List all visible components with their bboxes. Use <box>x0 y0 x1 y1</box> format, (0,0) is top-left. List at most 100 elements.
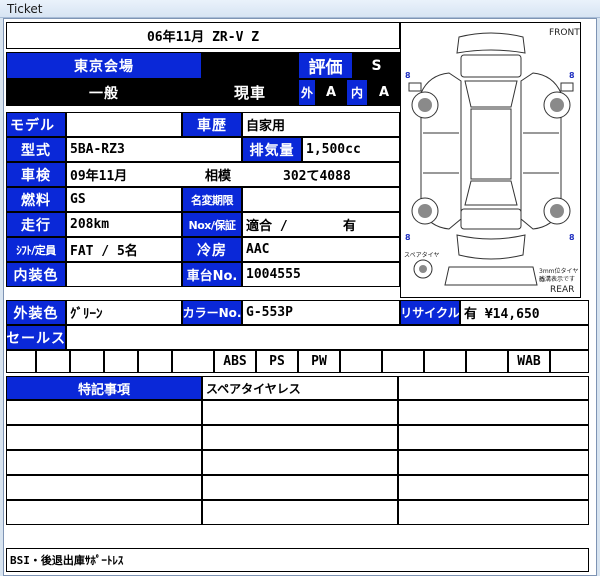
equipment-slot <box>340 350 382 373</box>
interior-color-value <box>66 262 182 287</box>
rear-profile-shape <box>444 266 538 286</box>
equipment-slot <box>382 350 424 373</box>
name-change-label: 名変期限 <box>182 187 242 212</box>
nox-row: 適合 / 有 <box>242 212 400 237</box>
history-value: 自家用 <box>242 112 400 137</box>
notes-cell <box>6 475 202 500</box>
plate-number: 302て4088 <box>283 169 351 184</box>
recycle-value: 有 ¥14,650 <box>460 300 589 325</box>
hub-front-left <box>418 98 432 112</box>
color-no-value: G-553P <box>242 300 400 325</box>
equipment-slot <box>6 350 36 373</box>
type-value: 5BA-RZ3 <box>66 137 242 162</box>
equipment-slot <box>172 350 214 373</box>
title-bar: Ticket <box>0 0 600 18</box>
notes-cell <box>6 500 202 525</box>
chassis-value: 1004555 <box>242 262 400 287</box>
hub-rear-right <box>550 204 564 218</box>
rear-bumper-shape <box>456 234 526 260</box>
equipment-slot <box>138 350 172 373</box>
equipment-pw: PW <box>298 350 340 373</box>
hub-front-right <box>550 98 564 112</box>
venue-category: 一般 <box>6 79 202 106</box>
mileage-value: 208km <box>66 212 182 237</box>
displacement-value: 1,500cc <box>302 137 400 162</box>
venue-name: 東京会場 <box>6 52 202 79</box>
nox-label: Nox/保証 <box>182 212 242 237</box>
equipment-wab: WAB <box>508 350 550 373</box>
exterior-color-value: ｸﾞﾘｰﾝ <box>66 300 182 325</box>
notes-cell <box>6 400 202 425</box>
notes-cell <box>398 500 589 525</box>
inspection-value: 09年11月 <box>70 169 128 184</box>
grade-value: S <box>353 52 400 79</box>
notes-cell <box>202 500 398 525</box>
notes-cell <box>6 450 202 475</box>
ac-value: AAC <box>242 237 400 262</box>
warranty-value: 有 <box>343 219 357 234</box>
notes-cell <box>6 425 202 450</box>
right-mirror-shape <box>560 82 574 92</box>
exterior-color-label: 外装色 <box>6 300 66 325</box>
notes-cell <box>202 450 398 475</box>
equipment-slot <box>36 350 70 373</box>
exterior-grade: A <box>316 79 346 106</box>
hub-rear-left <box>418 204 432 218</box>
equipment-slot <box>104 350 138 373</box>
name-change-value <box>242 187 400 212</box>
color-no-label: カラーNo. <box>182 300 242 325</box>
venue-blank <box>202 52 298 79</box>
sales-value <box>66 325 589 350</box>
notes-cell <box>202 425 398 450</box>
windshield-shape <box>464 80 518 108</box>
year-model: 06年11月 ZR-V Z <box>6 22 400 49</box>
notes-header: 特記事項 <box>6 376 202 400</box>
notes-cell <box>398 425 589 450</box>
interior-grade: A <box>368 79 400 106</box>
model-value <box>66 112 182 137</box>
shift-value: FAT / 5名 <box>66 237 182 262</box>
notes-cell <box>202 475 398 500</box>
type-label: 型式 <box>6 137 66 162</box>
condition-label: 現車 <box>202 79 298 106</box>
ac-label: 冷房 <box>182 237 242 262</box>
equipment-slot <box>424 350 466 373</box>
interior-color-label: 内装色 <box>6 262 66 287</box>
equipment-slot <box>550 350 589 373</box>
equipment-slot <box>466 350 508 373</box>
exterior-label: 外 <box>298 79 316 106</box>
notes-cell <box>398 475 589 500</box>
front-bumper-shape <box>456 32 526 54</box>
notes-cell <box>202 400 398 425</box>
notes-first: スペアタイヤレス <box>202 376 398 400</box>
displacement-label: 排気量 <box>242 137 302 162</box>
equipment-abs: ABS <box>214 350 256 373</box>
left-mirror-shape <box>408 82 422 92</box>
history-label: 車歴 <box>182 112 242 137</box>
plate-region: 相模 <box>205 169 232 184</box>
nox-value: 適合 / <box>246 219 288 234</box>
recycle-label: リサイクル <box>400 300 460 325</box>
shift-label: ｼﾌﾄ/定員 <box>6 237 66 262</box>
roof-shape <box>470 108 512 180</box>
chassis-label: 車台No. <box>182 262 242 287</box>
car-condition-diagram: FRONT REAR 8 8 8 8 スペアタイヤ 3mm位タイヤの 残溝表示で… <box>400 22 581 298</box>
rear-glass-shape <box>464 180 518 206</box>
inspection-label: 車検 <box>6 162 66 187</box>
notes-cell <box>398 376 589 400</box>
notes-cell <box>398 450 589 475</box>
notes-footer: BSI・後退出庫ｻﾎﾟｰﾄﾚｽ <box>6 548 589 572</box>
hood-shape <box>460 54 522 78</box>
equipment-ps: PS <box>256 350 298 373</box>
fuel-label: 燃料 <box>6 187 66 212</box>
interior-label: 内 <box>346 79 368 106</box>
inspection-row: 09年11月 相模 302て4088 <box>66 162 400 187</box>
hub-spare <box>419 265 427 273</box>
mileage-label: 走行 <box>6 212 66 237</box>
sales-label: セールス <box>6 325 66 350</box>
car-outline <box>408 32 574 286</box>
grade-label: 評価 <box>298 52 353 79</box>
equipment-slot <box>70 350 104 373</box>
trunk-shape <box>460 208 522 230</box>
notes-cell <box>398 400 589 425</box>
